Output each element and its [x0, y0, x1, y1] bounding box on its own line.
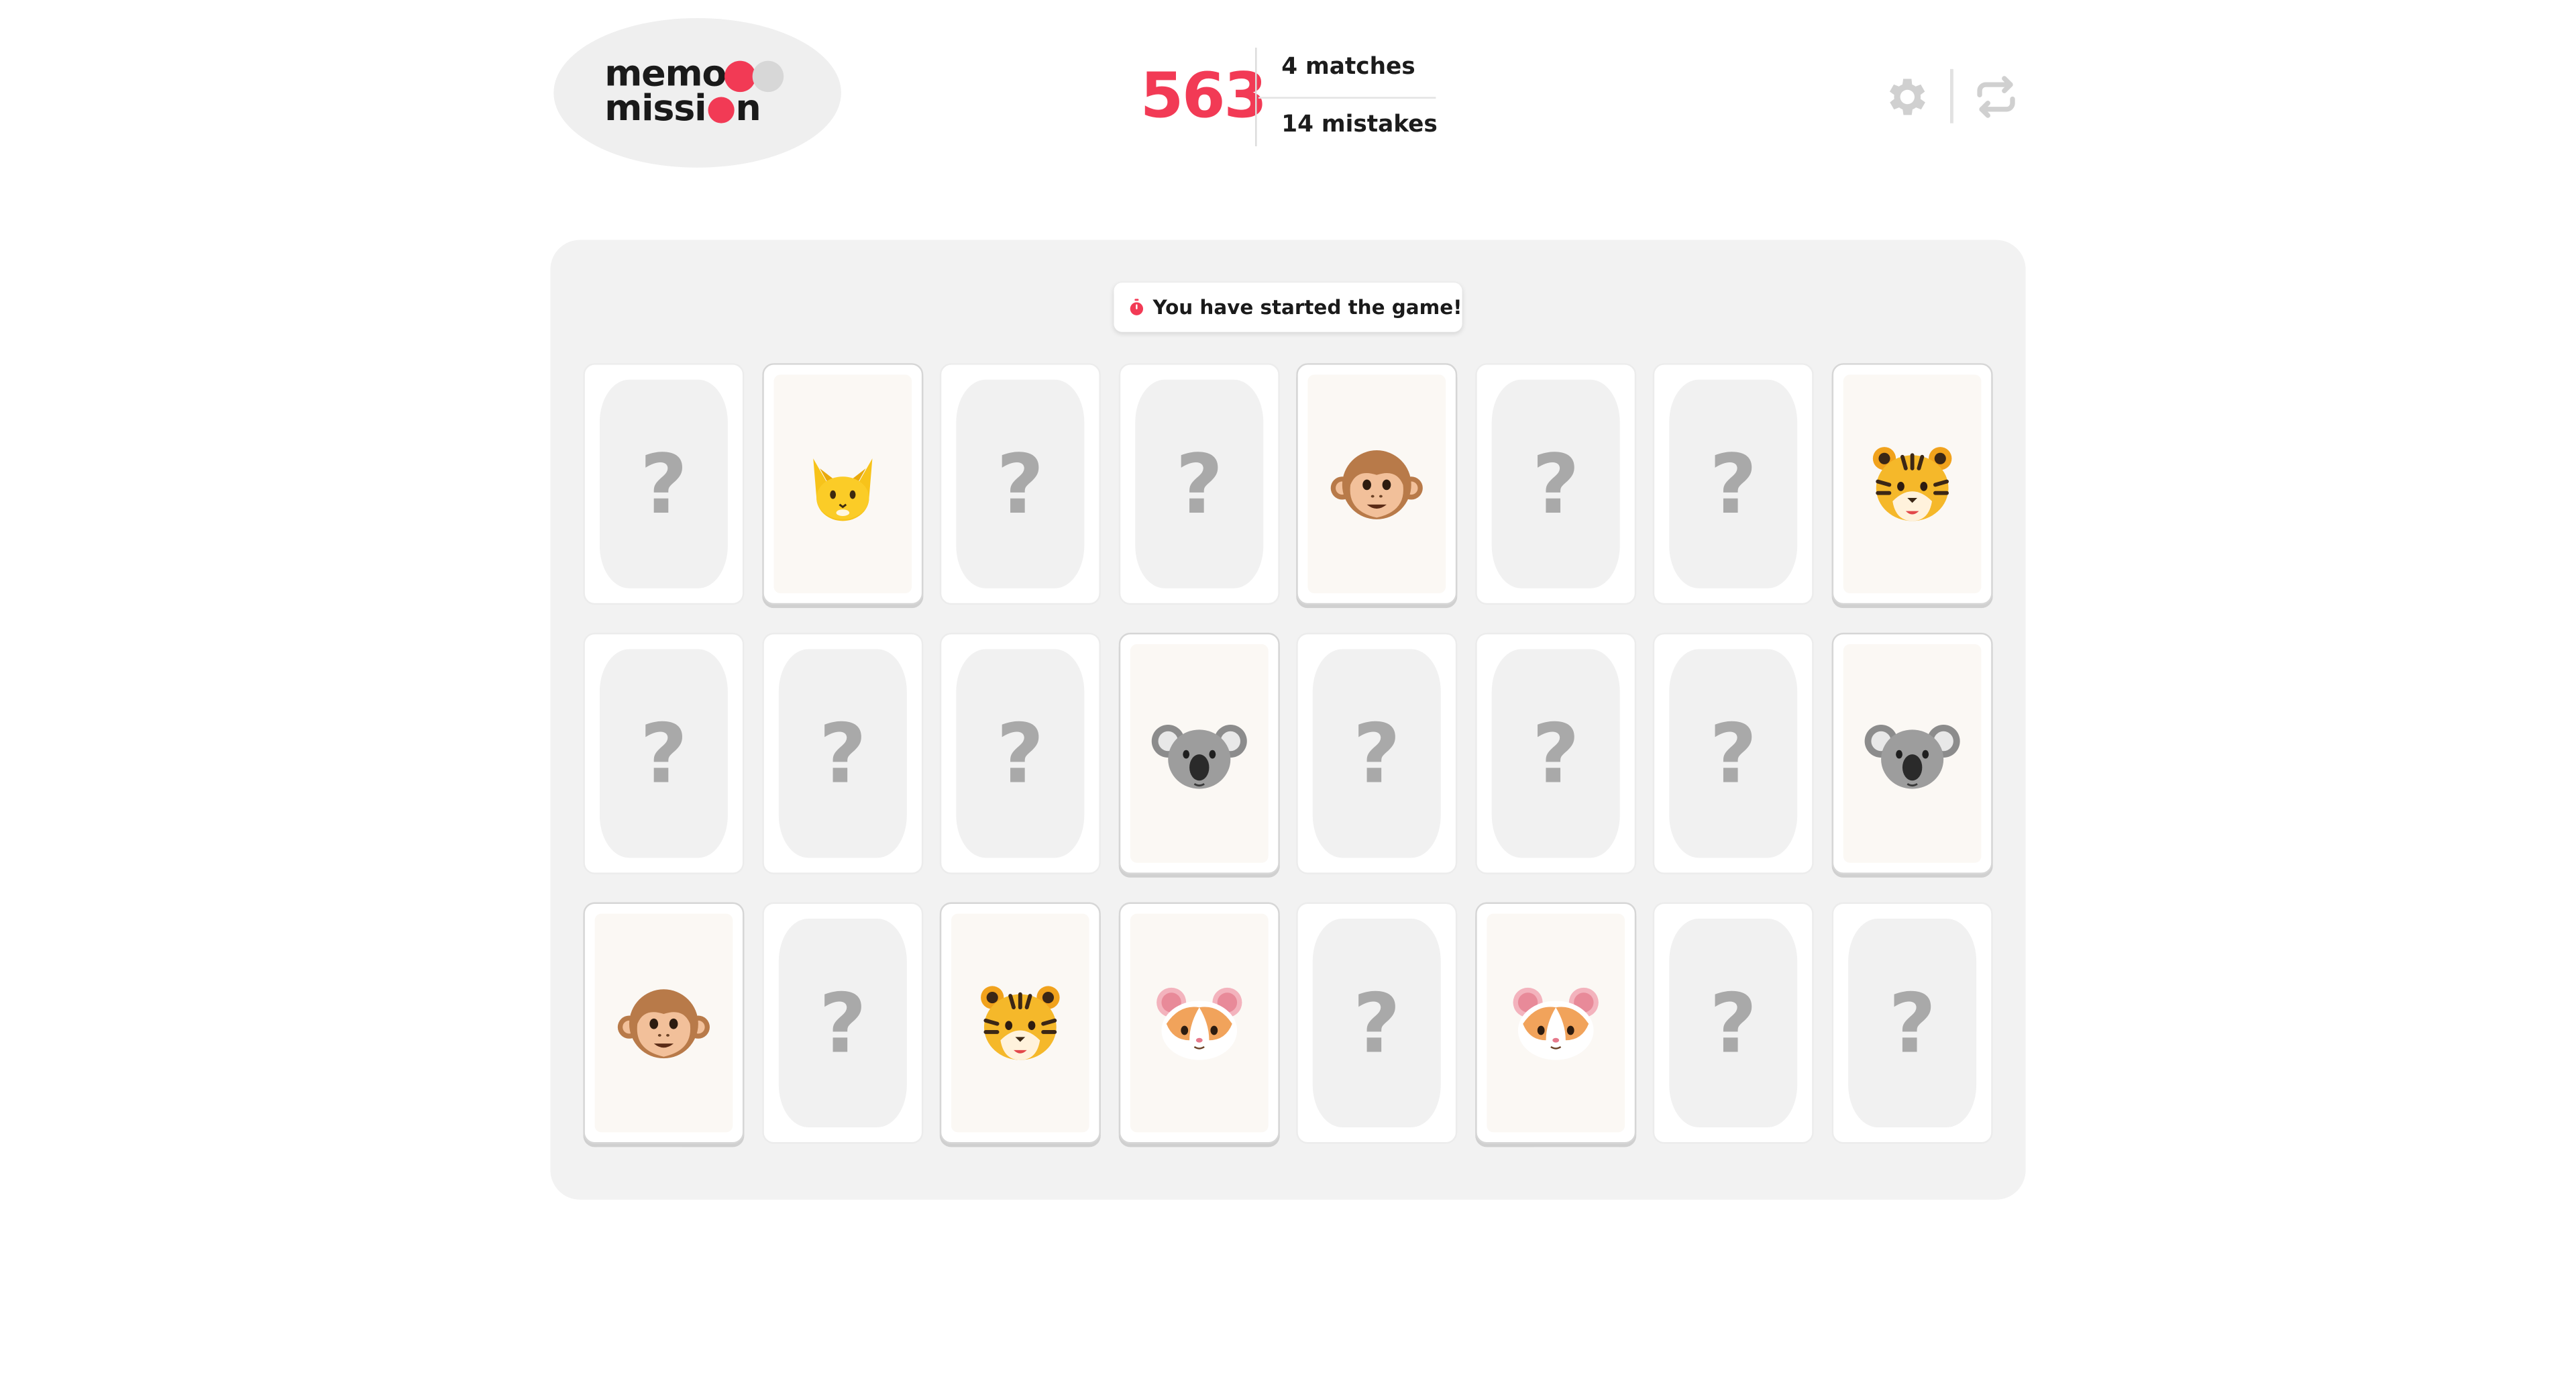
- question-mark: ?: [996, 436, 1044, 532]
- card-back: ?: [778, 649, 907, 858]
- card-hidden[interactable]: ?: [762, 902, 924, 1144]
- question-mark: ?: [1709, 705, 1758, 801]
- question-mark: ?: [1532, 436, 1580, 532]
- card-hidden[interactable]: ?: [1475, 632, 1637, 874]
- logo: memo missi n: [553, 17, 841, 168]
- gear-icon: [1889, 79, 1925, 115]
- toolbar-divider: [1949, 68, 1953, 123]
- card-hidden[interactable]: ?: [1475, 363, 1637, 605]
- card-back: ?: [1669, 649, 1798, 858]
- card-back: ?: [1312, 649, 1441, 858]
- card-face: [1307, 374, 1446, 594]
- card-hidden[interactable]: ?: [1652, 632, 1814, 874]
- hamster-face-icon: [1157, 986, 1242, 1060]
- card-face: [1130, 913, 1269, 1133]
- card-back: ?: [1312, 918, 1441, 1128]
- score-divider: [1255, 48, 1257, 146]
- logo-dot-red: [724, 60, 756, 91]
- card-back: ?: [1491, 649, 1620, 858]
- card-back: ?: [1669, 379, 1798, 589]
- question-mark: ?: [1709, 975, 1758, 1071]
- game-status-toast: You have started the game!: [1114, 283, 1462, 332]
- question-mark: ?: [1888, 975, 1937, 1071]
- stopwatch-icon: [1130, 299, 1144, 315]
- logo-line2: missi: [604, 89, 706, 130]
- logo-dot-grey: [752, 60, 784, 91]
- question-mark: ?: [639, 705, 688, 801]
- card-monkey[interactable]: [1296, 363, 1458, 605]
- card-hidden[interactable]: ?: [1296, 902, 1458, 1144]
- question-mark: ?: [996, 705, 1044, 801]
- card-face: [1487, 913, 1625, 1133]
- card-back: ?: [778, 918, 907, 1128]
- logo-dot-red-2: [707, 97, 734, 123]
- card-tiger[interactable]: [939, 902, 1101, 1144]
- card-back: ?: [956, 649, 1085, 858]
- tiger-face-icon: [1872, 446, 1952, 521]
- card-hidden[interactable]: ?: [1652, 902, 1814, 1144]
- card-face: [594, 913, 733, 1133]
- card-back: ?: [1135, 379, 1264, 589]
- card-cat[interactable]: [762, 363, 924, 605]
- card-koala[interactable]: [1831, 632, 1993, 874]
- card-hidden[interactable]: ?: [583, 363, 745, 605]
- card-hidden[interactable]: ?: [939, 632, 1101, 874]
- card-hidden[interactable]: ?: [1652, 363, 1814, 605]
- question-mark: ?: [1175, 436, 1224, 532]
- card-back: ?: [1491, 379, 1620, 589]
- mistakes-count: 14 mistakes: [1281, 111, 1438, 138]
- question-mark: ?: [639, 436, 688, 532]
- card-back: ?: [599, 649, 728, 858]
- restart-icon: [1977, 76, 2015, 118]
- question-mark: ?: [1352, 975, 1401, 1071]
- question-mark: ?: [818, 975, 867, 1071]
- question-mark: ?: [818, 705, 867, 801]
- card-tiger[interactable]: [1831, 363, 1993, 605]
- card-back: ?: [1848, 918, 1977, 1128]
- card-face: [1843, 644, 1982, 863]
- card-hidden[interactable]: ?: [939, 363, 1101, 605]
- question-mark: ?: [1532, 705, 1580, 801]
- card-face: [1843, 374, 1982, 594]
- card-back: ?: [599, 379, 728, 589]
- card-back: ?: [956, 379, 1085, 589]
- monkey-face-icon: [1330, 449, 1423, 519]
- stats-divider: [1258, 97, 1436, 99]
- card-hidden[interactable]: ?: [1831, 902, 1993, 1144]
- question-mark: ?: [1709, 436, 1758, 532]
- card-face: [1130, 644, 1269, 863]
- status-message: You have started the game!: [1152, 295, 1462, 319]
- card-hamster[interactable]: [1475, 902, 1637, 1144]
- koala-face-icon: [1864, 723, 1960, 788]
- monkey-face-icon: [617, 988, 710, 1058]
- card-face: [773, 374, 912, 594]
- restart-button[interactable]: [1972, 72, 2021, 121]
- card-koala[interactable]: [1118, 632, 1280, 874]
- matches-count: 4 matches: [1281, 54, 1415, 81]
- settings-button[interactable]: [1883, 72, 1932, 121]
- card-monkey[interactable]: [583, 902, 745, 1144]
- card-hidden[interactable]: ?: [1296, 632, 1458, 874]
- score-value: 563: [1140, 59, 1267, 132]
- koala-face-icon: [1151, 723, 1247, 788]
- hamster-face-icon: [1513, 986, 1599, 1060]
- card-hidden[interactable]: ?: [762, 632, 924, 874]
- question-mark: ?: [1352, 705, 1401, 801]
- logo-line2-end: n: [735, 89, 761, 130]
- tiger-face-icon: [981, 985, 1060, 1060]
- card-hidden[interactable]: ?: [583, 632, 745, 874]
- card-back: ?: [1669, 918, 1798, 1128]
- card-hamster[interactable]: [1118, 902, 1280, 1144]
- card-hidden[interactable]: ?: [1118, 363, 1280, 605]
- card-face: [951, 913, 1089, 1133]
- cat-face-icon: [813, 458, 873, 521]
